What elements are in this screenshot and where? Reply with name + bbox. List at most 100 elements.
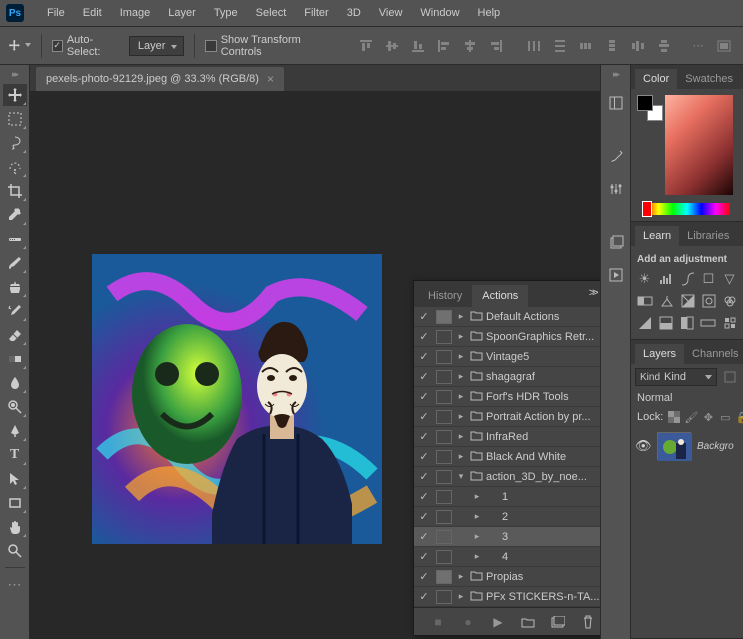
disclosure-triangle-icon[interactable]: ▸ xyxy=(470,531,484,542)
action-dialog-toggle[interactable] xyxy=(436,350,452,364)
lock-artboard-icon[interactable]: ▭ xyxy=(718,410,732,424)
history-brush-tool[interactable] xyxy=(3,300,27,322)
align-vcenter-icon[interactable] xyxy=(381,35,403,57)
action-row[interactable]: ✓▾action_3D_by_noe... xyxy=(414,467,600,487)
disclosure-triangle-icon[interactable]: ▸ xyxy=(454,411,468,422)
menu-type[interactable]: Type xyxy=(205,7,247,19)
blend-mode-dropdown[interactable]: Normal xyxy=(631,390,743,406)
foreground-background-swatch[interactable] xyxy=(637,95,663,121)
tab-color[interactable]: Color xyxy=(635,69,677,89)
pen-tool[interactable] xyxy=(3,420,27,442)
auto-select-target-dropdown[interactable]: Layer xyxy=(129,36,185,56)
distribute-icon[interactable] xyxy=(627,35,649,57)
gradient-tool[interactable] xyxy=(3,348,27,370)
action-include-toggle[interactable]: ✓ xyxy=(414,510,434,523)
action-row[interactable]: ✓▸Default Actions xyxy=(414,307,600,327)
tab-channels[interactable]: Channels xyxy=(684,344,743,364)
new-action-button[interactable] xyxy=(550,614,566,630)
disclosure-triangle-icon[interactable]: ▸ xyxy=(454,451,468,462)
foreground-swatch[interactable] xyxy=(637,95,653,111)
zoom-tool[interactable] xyxy=(3,540,27,562)
adjustments-dock-icon[interactable] xyxy=(604,178,628,200)
disclosure-triangle-icon[interactable]: ▸ xyxy=(454,391,468,402)
close-tab-icon[interactable]: × xyxy=(267,72,274,86)
threshold-icon[interactable] xyxy=(679,315,694,331)
action-row[interactable]: ✓▸1 xyxy=(414,487,600,507)
action-include-toggle[interactable]: ✓ xyxy=(414,490,434,503)
action-dialog-toggle[interactable] xyxy=(436,470,452,484)
menu-filter[interactable]: Filter xyxy=(295,7,337,19)
lasso-tool[interactable] xyxy=(3,132,27,154)
distribute-icon[interactable] xyxy=(575,35,597,57)
tab-history[interactable]: History xyxy=(418,285,472,307)
disclosure-triangle-icon[interactable]: ▸ xyxy=(454,371,468,382)
lock-position-icon[interactable]: ✥ xyxy=(701,410,715,424)
disclosure-triangle-icon[interactable]: ▾ xyxy=(454,471,468,482)
action-row[interactable]: ✓▸Vintage5 xyxy=(414,347,600,367)
type-tool[interactable]: T xyxy=(3,444,27,466)
levels-icon[interactable] xyxy=(658,271,674,287)
disclosure-triangle-icon[interactable]: ▸ xyxy=(454,591,468,602)
action-dialog-toggle[interactable] xyxy=(436,510,452,524)
action-dialog-toggle[interactable] xyxy=(436,450,452,464)
crop-tool[interactable] xyxy=(3,180,27,202)
play-button[interactable]: ▶ xyxy=(490,614,506,630)
edit-toolbar-icon[interactable]: ⋯ xyxy=(3,573,27,595)
tab-actions[interactable]: Actions xyxy=(472,285,528,307)
tab-libraries[interactable]: Libraries xyxy=(679,226,737,246)
tab-learn[interactable]: Learn xyxy=(635,226,679,246)
menu-file[interactable]: File xyxy=(38,7,74,19)
brush-settings-dock-icon[interactable] xyxy=(604,146,628,168)
menu-window[interactable]: Window xyxy=(411,7,468,19)
gradient-map-icon[interactable] xyxy=(700,315,716,331)
disclosure-triangle-icon[interactable]: ▸ xyxy=(470,551,484,562)
action-dialog-toggle[interactable] xyxy=(436,370,452,384)
action-row[interactable]: ✓▸InfraRed xyxy=(414,427,600,447)
brush-tool[interactable] xyxy=(3,252,27,274)
document-tab[interactable]: pexels-photo-92129.jpeg @ 33.3% (RGB/8) … xyxy=(36,67,284,91)
action-include-toggle[interactable]: ✓ xyxy=(414,310,434,323)
path-selection-tool[interactable] xyxy=(3,468,27,490)
align-right-icon[interactable] xyxy=(485,35,507,57)
visibility-toggle-icon[interactable]: 👁 xyxy=(635,438,651,454)
quick-selection-tool[interactable] xyxy=(3,156,27,178)
action-dialog-toggle[interactable] xyxy=(436,430,452,444)
action-row[interactable]: ✓▸PFx STICKERS-n-TA... xyxy=(414,587,600,607)
blur-tool[interactable] xyxy=(3,372,27,394)
auto-select-checkbox[interactable]: Auto-Select: xyxy=(52,34,123,58)
stop-button[interactable]: ■ xyxy=(430,614,446,630)
distribute-h-icon[interactable] xyxy=(523,35,545,57)
disclosure-triangle-icon[interactable]: ▸ xyxy=(454,571,468,582)
hand-tool[interactable] xyxy=(3,516,27,538)
mode-icon[interactable] xyxy=(713,35,735,57)
hue-slider[interactable] xyxy=(644,203,730,215)
delete-button[interactable] xyxy=(580,614,596,630)
healing-brush-tool[interactable] xyxy=(3,228,27,250)
menu-image[interactable]: Image xyxy=(111,7,160,19)
brightness-contrast-icon[interactable]: ☀ xyxy=(637,271,652,287)
marquee-tool[interactable] xyxy=(3,108,27,130)
action-row[interactable]: ✓▸2 xyxy=(414,507,600,527)
distribute-icon[interactable] xyxy=(601,35,623,57)
action-row[interactable]: ✓▸Propias xyxy=(414,567,600,587)
action-dialog-toggle[interactable] xyxy=(436,310,452,324)
collapse-toolbar-icon[interactable]: ▸▸ xyxy=(12,69,17,80)
channel-mixer-icon[interactable] xyxy=(722,293,737,309)
align-top-icon[interactable] xyxy=(355,35,377,57)
action-include-toggle[interactable]: ✓ xyxy=(414,430,434,443)
eyedropper-tool[interactable] xyxy=(3,204,27,226)
action-include-toggle[interactable]: ✓ xyxy=(414,410,434,423)
eraser-tool[interactable] xyxy=(3,324,27,346)
distribute-v-icon[interactable] xyxy=(549,35,571,57)
hue-sat-icon[interactable] xyxy=(637,293,653,309)
layer-row-background[interactable]: 👁 Backgro xyxy=(631,428,743,464)
disclosure-triangle-icon[interactable]: ▸ xyxy=(454,311,468,322)
filter-pixel-icon[interactable] xyxy=(721,369,739,385)
curves-icon[interactable] xyxy=(680,271,695,287)
posterize-icon[interactable] xyxy=(658,315,673,331)
lock-transparency-icon[interactable] xyxy=(667,410,681,424)
action-include-toggle[interactable]: ✓ xyxy=(414,530,434,543)
action-include-toggle[interactable]: ✓ xyxy=(414,570,434,583)
lock-all-icon[interactable]: 🔒 xyxy=(735,410,743,424)
action-dialog-toggle[interactable] xyxy=(436,330,452,344)
